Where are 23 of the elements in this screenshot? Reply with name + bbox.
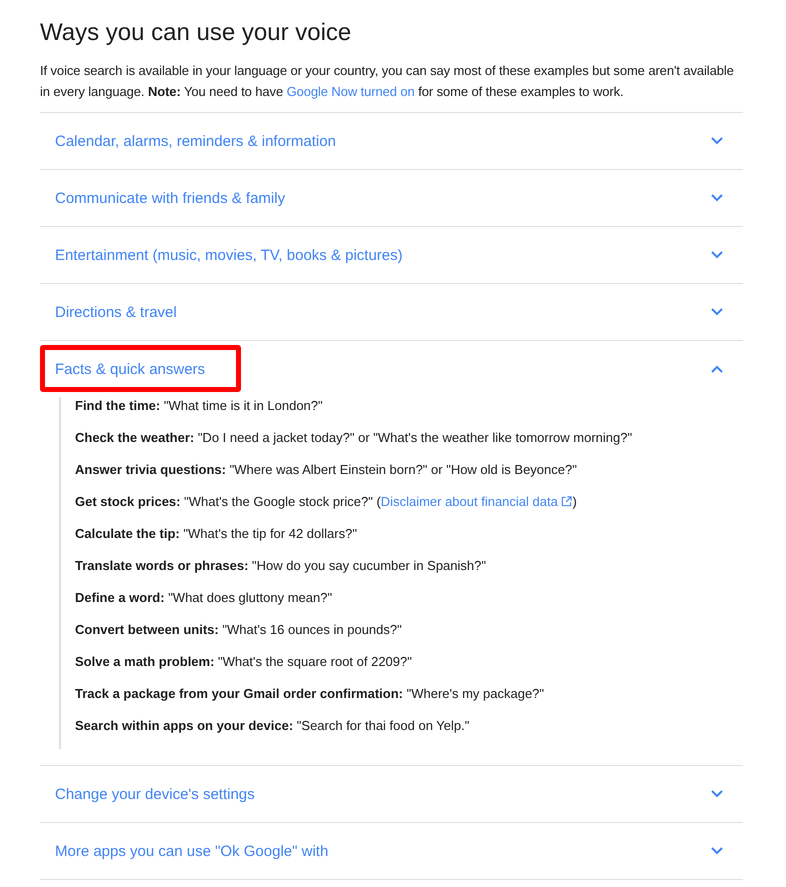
- section-header[interactable]: Facts & quick answers: [40, 341, 743, 397]
- disclaimer-link[interactable]: Disclaimer about financial data: [380, 494, 572, 509]
- example-text: Find the time: "What time is it in London?": [75, 397, 324, 415]
- example-text: Solve a math problem: "What's the square root of 2209?": [75, 653, 413, 671]
- section-header[interactable]: Communicate with friends & family: [40, 170, 743, 226]
- external-link-icon: [561, 496, 572, 507]
- example-text: Calculate the tip: "What's the tip for 42 dollars?": [75, 525, 358, 543]
- section-header[interactable]: Change your device's settings: [40, 766, 743, 822]
- example-text: Convert between units: "What's 16 ounces in pounds?": [75, 621, 403, 639]
- intro-paragraph: If voice search is available in your language or your country, you can say most of these examples but some aren't available in every language. Note: You need to have Google Now turned on for some of these examples to work.: [40, 62, 735, 101]
- example-text: Translate words or phrases: "How do you say cucumber in Spanish?": [75, 557, 487, 575]
- page-title: Ways you can use your voice: [40, 18, 352, 48]
- section-header[interactable]: Calendar, alarms, reminders & information: [40, 113, 743, 169]
- example-text: Answer trivia questions: "Where was Albert Einstein born?" or "How old is Beyonce?": [75, 461, 578, 479]
- example-text: Get stock prices: "What's the Google stock price?" (Disclaimer about financial data ): [75, 493, 578, 511]
- example-text: Check the weather: "Do I need a jacket today?" or "What's the weather like tomorrow morning?": [75, 429, 634, 447]
- section-header[interactable]: Directions & travel: [40, 284, 743, 340]
- example-text: Track a package from your Gmail order confirmation: "Where's my package?": [75, 685, 546, 703]
- section-header[interactable]: Entertainment (music, movies, TV, books & pictures): [40, 227, 743, 283]
- example-text: Search within apps on your device: "Search for thai food on Yelp.": [75, 717, 470, 735]
- google-now-link[interactable]: Google Now turned on: [286, 84, 415, 99]
- example-text: Define a word: "What does gluttony mean?": [75, 589, 334, 607]
- section-header[interactable]: More apps you can use "Ok Google" with: [40, 823, 743, 879]
